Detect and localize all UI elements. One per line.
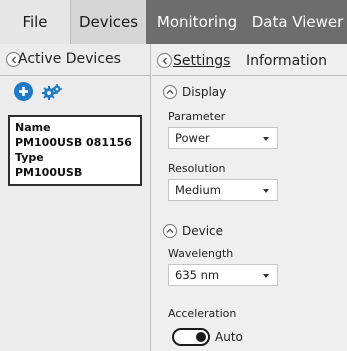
parameter-dropdown[interactable]: Power — [168, 127, 278, 149]
active-devices-panel: Active Devices Name PM100USB 081156 Type… — [0, 44, 151, 351]
divider — [152, 75, 347, 76]
device-type-label: Type — [15, 151, 44, 164]
resolution-value: Medium — [175, 183, 221, 197]
tab-monitoring[interactable]: Monitoring — [146, 0, 248, 44]
divider — [0, 75, 150, 76]
settings-tab-bar: Settings Information — [152, 50, 347, 74]
plus-icon — [19, 87, 28, 96]
device-section-title: Device — [182, 224, 224, 238]
scan-devices-button[interactable] — [40, 82, 64, 102]
parameter-value: Power — [175, 131, 210, 145]
device-name-value: PM100USB 081156 — [15, 136, 132, 149]
device-section-header[interactable]: Device — [163, 222, 223, 240]
resolution-label: Resolution — [168, 162, 226, 175]
display-section-title: Display — [182, 85, 227, 99]
dropdown-caret-icon — [263, 137, 269, 141]
device-name-label: Name — [15, 121, 51, 134]
settings-panel: Settings Information Display Parameter P… — [152, 44, 347, 351]
tab-information[interactable]: Information — [246, 53, 327, 69]
acceleration-label: Acceleration — [168, 307, 237, 320]
acceleration-toggle[interactable] — [172, 328, 210, 346]
toggle-knob — [196, 332, 206, 342]
resolution-dropdown[interactable]: Medium — [168, 179, 278, 201]
tab-settings[interactable]: Settings — [173, 53, 230, 69]
chevron-up-icon — [163, 224, 177, 238]
acceleration-mode-label: Auto — [215, 330, 243, 344]
wavelength-value: 635 nm — [175, 268, 220, 282]
device-type-value: PM100USB — [15, 166, 83, 179]
add-device-button[interactable] — [14, 82, 33, 101]
main-tab-bar: File Devices Monitoring Data Viewer — [0, 0, 347, 44]
wavelength-dropdown[interactable]: 635 nm — [168, 264, 278, 286]
active-devices-header: Active Devices — [0, 50, 150, 72]
collapse-right-icon[interactable] — [157, 53, 172, 68]
tab-file[interactable]: File — [0, 0, 70, 44]
chevron-up-icon — [163, 85, 177, 99]
parameter-label: Parameter — [168, 110, 226, 123]
wavelength-label: Wavelength — [168, 247, 234, 260]
tab-devices[interactable]: Devices — [70, 0, 146, 44]
active-devices-title: Active Devices — [18, 51, 121, 67]
gears-icon — [42, 84, 62, 100]
tab-data-viewer[interactable]: Data Viewer — [248, 0, 347, 44]
dropdown-caret-icon — [263, 274, 269, 278]
dropdown-caret-icon — [263, 189, 269, 193]
device-card[interactable]: Name PM100USB 081156 Type PM100USB — [8, 115, 142, 186]
display-section-header[interactable]: Display — [163, 83, 226, 101]
